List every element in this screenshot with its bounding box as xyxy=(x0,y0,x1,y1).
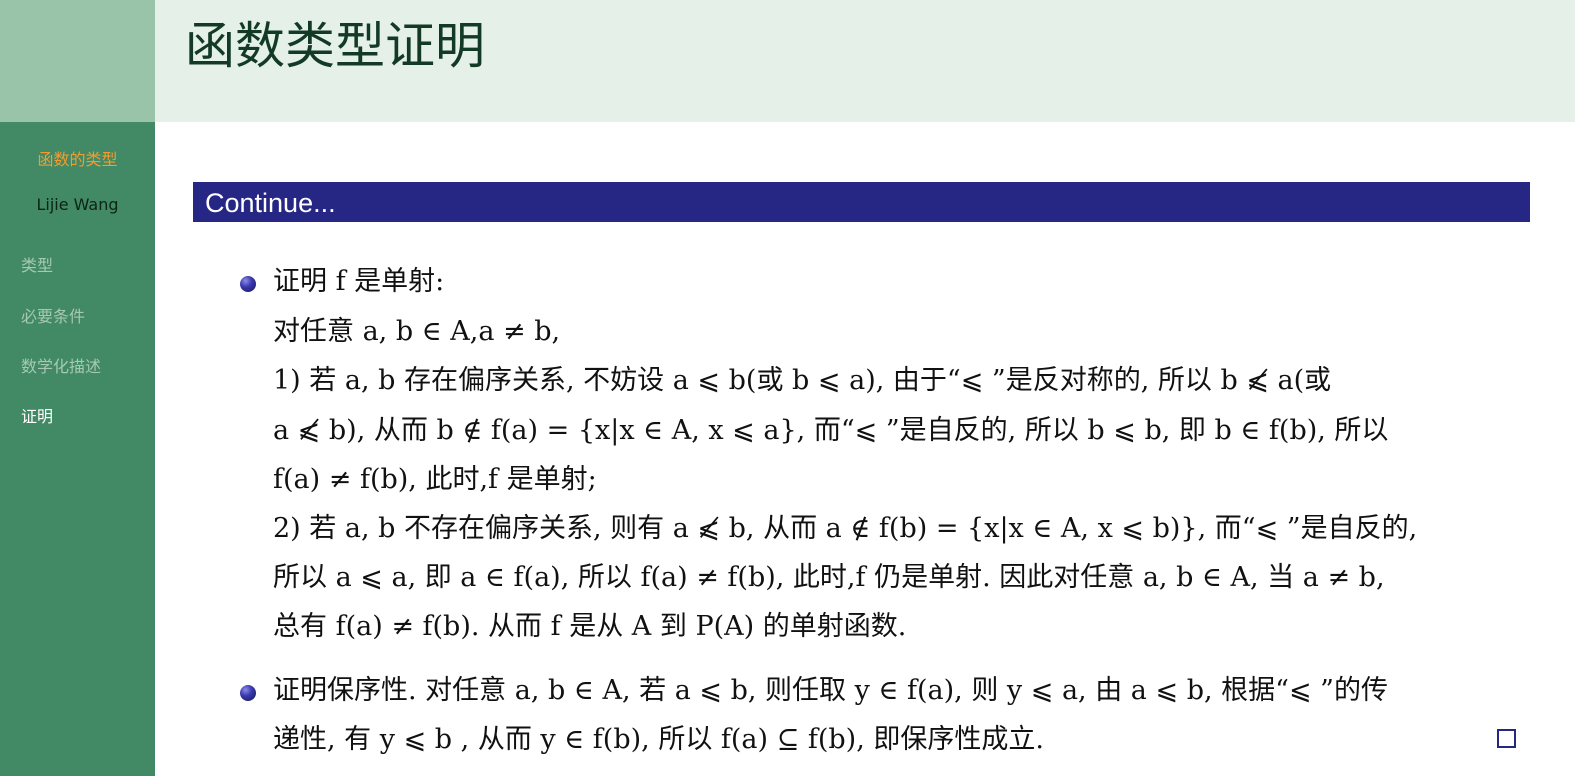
sidebar-header-area xyxy=(0,0,155,122)
page-title: 函数类型证明 xyxy=(185,17,485,75)
slide-header: 函数类型证明 xyxy=(155,0,1575,122)
author-name: Lijie Wang xyxy=(36,195,119,214)
qed-square-icon xyxy=(1497,729,1516,748)
content-line: 2) 若 a, b 不存在偏序关系, 则有 a ⩽̸ b, 从而 a ∉ f(b… xyxy=(273,513,1418,544)
content-line: 总有 f(a) ≠ f(b). 从而 f 是从 A 到 P(A) 的单射函数. xyxy=(273,611,907,642)
content-line: 证明保序性. 对任意 a, b ∈ A, 若 a ⩽ b, 则任取 y ∈ f(… xyxy=(273,675,1388,706)
bullet-icon xyxy=(240,685,256,701)
sidebar-item-proof[interactable]: 证明 xyxy=(21,403,53,427)
presentation-title-link[interactable]: 函数的类型 xyxy=(0,146,155,170)
sidebar-item-types[interactable]: 类型 xyxy=(21,252,53,276)
block-title: Continue... xyxy=(193,182,1530,222)
sidebar: 函数的类型 Lijie Wang 类型 必要条件 数学化描述 证明 xyxy=(0,122,155,776)
content-line: a ⩽̸ b), 从而 b ∉ f(a) = {x|x ∈ A, x ⩽ a},… xyxy=(273,415,1389,446)
bullet-icon xyxy=(240,276,256,292)
sidebar-item-mathematical-description[interactable]: 数学化描述 xyxy=(21,353,101,377)
content-line: 证明 f 是单射: xyxy=(273,266,445,297)
sidebar-item-necessary-conditions[interactable]: 必要条件 xyxy=(21,303,85,327)
content-line: 所以 a ⩽ a, 即 a ∈ f(a), 所以 f(a) ≠ f(b), 此时… xyxy=(273,562,1385,593)
content-line: 1) 若 a, b 存在偏序关系, 不妨设 a ⩽ b(或 b ⩽ a), 由于… xyxy=(273,365,1332,396)
content-line: 递性, 有 y ⩽ b , 从而 y ∈ f(b), 所以 f(a) ⊆ f(b… xyxy=(273,724,1044,755)
content-line: f(a) ≠ f(b), 此时,f 是单射; xyxy=(273,464,597,495)
content-line: 对任意 a, b ∈ A,a ≠ b, xyxy=(273,316,561,347)
